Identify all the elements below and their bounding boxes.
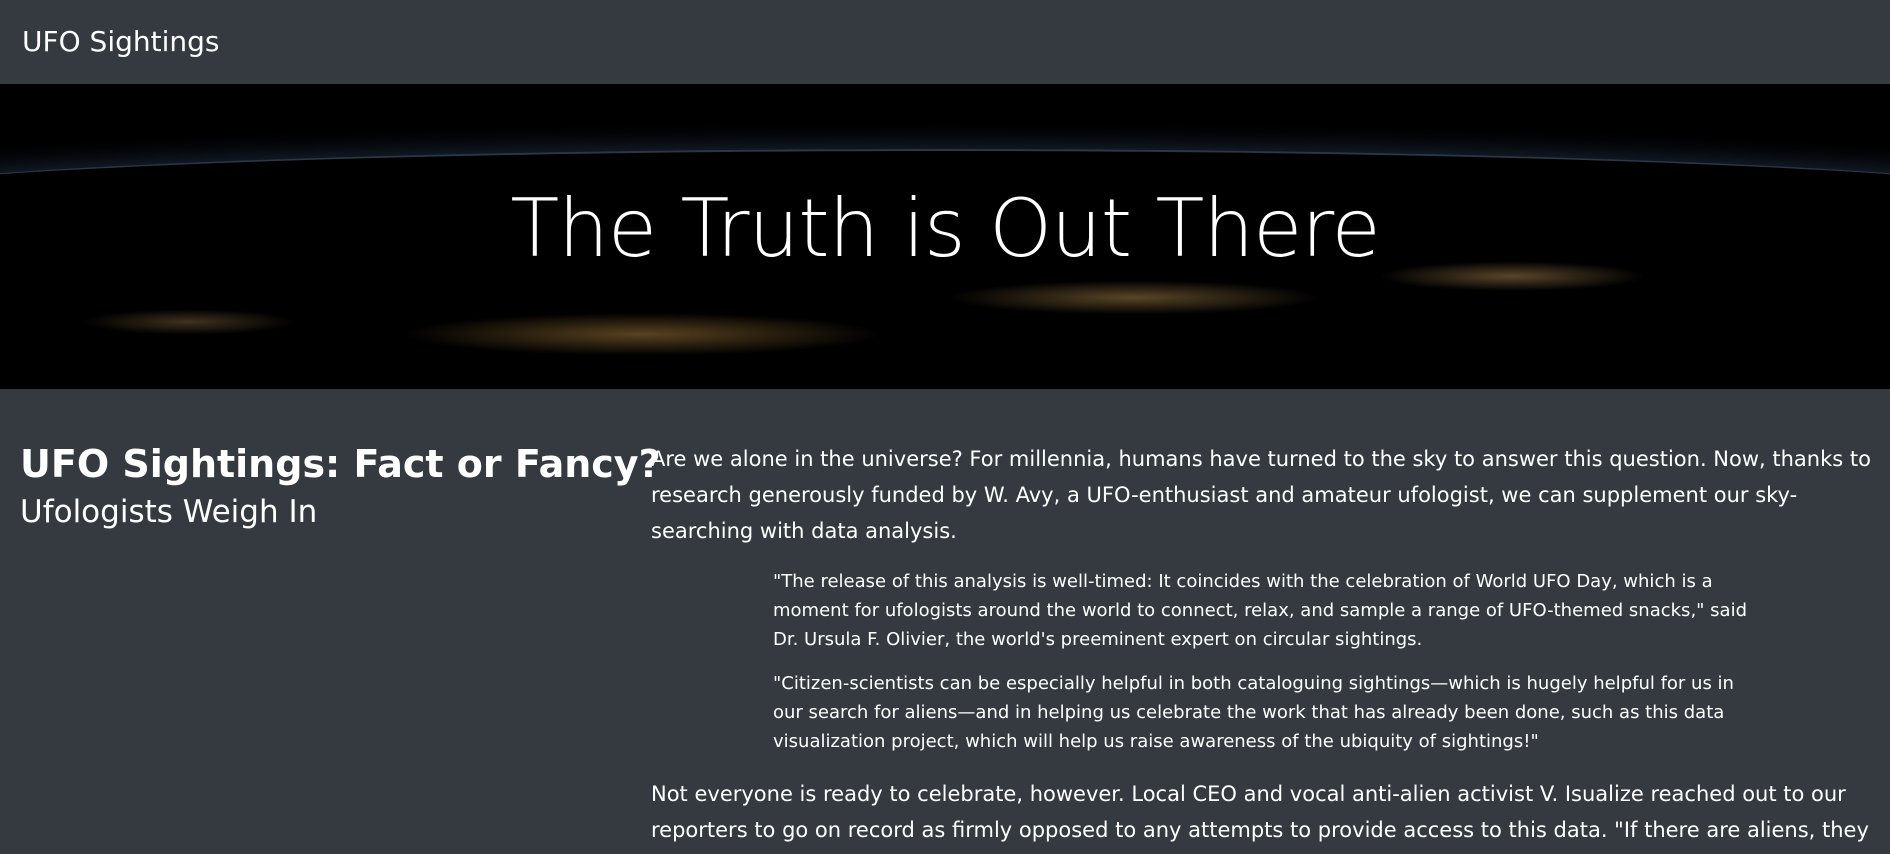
article-body: Are we alone in the universe? For millen… [651,441,1881,848]
hero-banner: The Truth is Out There [0,84,1890,389]
main-content: UFO Sightings: Fact or Fancy? Ufologists… [0,389,1890,854]
page-subheadline: Ufologists Weigh In [20,494,318,530]
headline-section: UFO Sightings: Fact or Fancy? Ufologists… [20,441,661,531]
quote-paragraph-2: "Citizen-scientists can be especially he… [773,673,1734,752]
quote-paragraph-1: "The release of this analysis is well-ti… [773,571,1747,650]
quote-block: "The release of this analysis is well-ti… [773,567,1753,756]
page-headline: UFO Sightings: Fact or Fancy? [20,442,661,486]
navbar: UFO Sightings [0,0,1890,84]
hero-title: The Truth is Out There [510,182,1380,275]
article-closing-paragraph: Not everyone is ready to celebrate, howe… [651,782,1869,842]
navbar-brand-link[interactable]: UFO Sightings [22,24,219,60]
article-intro-paragraph: Are we alone in the universe? For millen… [651,447,1871,543]
